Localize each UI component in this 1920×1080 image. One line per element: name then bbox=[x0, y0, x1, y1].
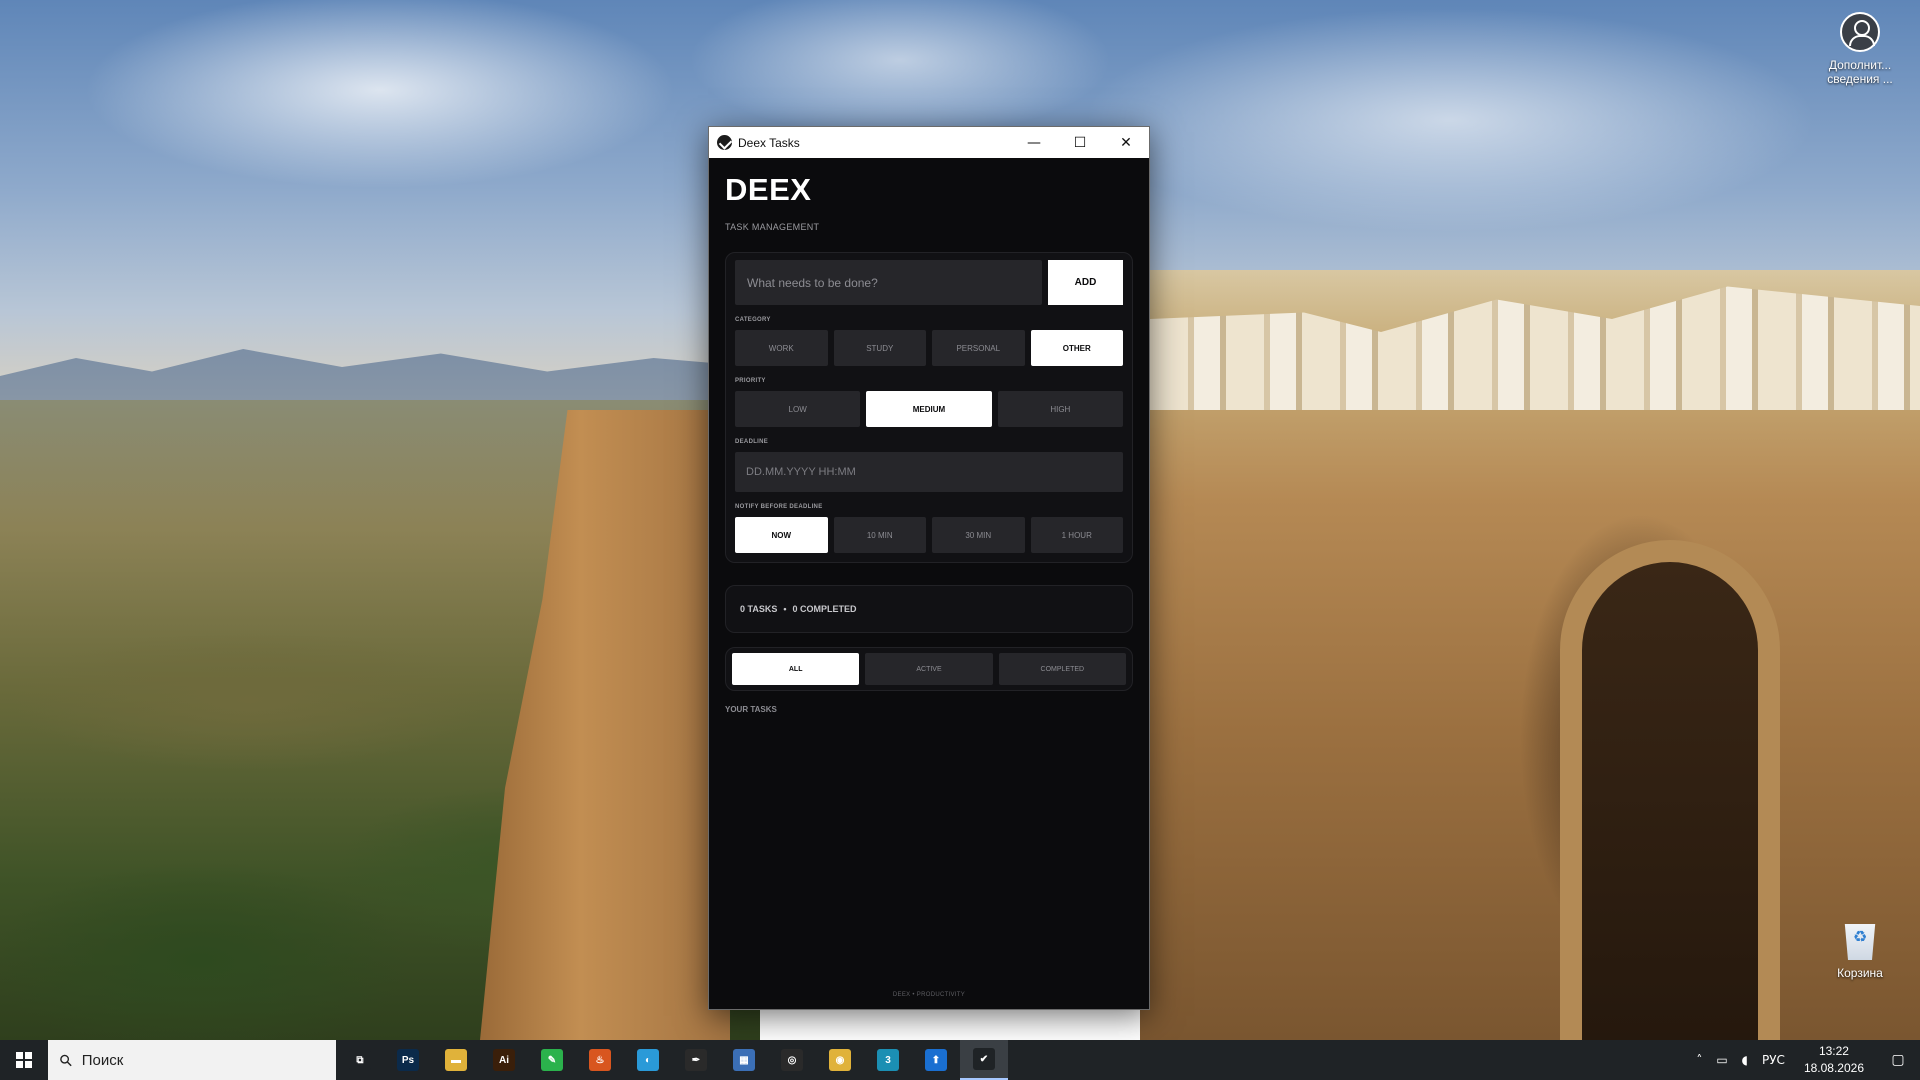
deex-tasks-icon: ✔ bbox=[973, 1048, 995, 1070]
your-tasks-heading: YOUR TASKS bbox=[725, 705, 777, 714]
desktop-icon-label: Корзина bbox=[1837, 966, 1883, 980]
priority-high-button[interactable]: HIGH bbox=[997, 391, 1123, 427]
taskbar-app-photoshop[interactable]: Ps bbox=[384, 1040, 432, 1080]
system-tray: ˄ ▭ ◖ РУС 13:22 18.08.2026 ▢ bbox=[1689, 1040, 1920, 1080]
notify-label: NOTIFY BEFORE DEADLINE bbox=[735, 504, 823, 510]
notify-now-button[interactable]: NOW bbox=[735, 517, 828, 553]
filter-active-tab[interactable]: ACTIVE bbox=[865, 653, 993, 685]
blue-app-icon: ◐ bbox=[637, 1049, 659, 1071]
stats-separator: • bbox=[783, 604, 787, 614]
app-footer: DEEX • PRODUCTIVITY bbox=[892, 992, 966, 998]
category-personal-button[interactable]: PERSONAL bbox=[932, 330, 1025, 366]
new-task-panel: ADD CATEGORY WORK STUDY PERSONAL OTHER P… bbox=[725, 252, 1133, 563]
chrome-icon: ◉ bbox=[829, 1049, 851, 1071]
taskbar-app-green-app[interactable]: ✎ bbox=[528, 1040, 576, 1080]
search-placeholder: Поиск bbox=[81, 1051, 124, 1069]
maximize-button[interactable]: ☐ bbox=[1057, 127, 1103, 158]
taskbar-app-orange-app[interactable]: ♨ bbox=[576, 1040, 624, 1080]
task-input[interactable] bbox=[735, 260, 1042, 305]
priority-low-button[interactable]: LOW bbox=[735, 391, 861, 427]
category-label: CATEGORY bbox=[735, 317, 771, 323]
title-bar[interactable]: Deex Tasks — ☐ ✕ bbox=[709, 127, 1149, 158]
taskbar-app-inkscape[interactable]: ✒ bbox=[672, 1040, 720, 1080]
photoshop-icon: Ps bbox=[397, 1049, 419, 1071]
brand-title: DEEX bbox=[725, 172, 812, 207]
user-info-icon bbox=[1840, 12, 1880, 52]
taskbar-app-blender[interactable]: ◎ bbox=[768, 1040, 816, 1080]
category-work-button[interactable]: WORK bbox=[735, 330, 828, 366]
orange-app-icon: ♨ bbox=[589, 1049, 611, 1071]
completed-count: 0 COMPLETED bbox=[792, 604, 857, 614]
task-view-icon: ⧉ bbox=[349, 1049, 371, 1071]
file-explorer-icon: ▬ bbox=[445, 1049, 467, 1071]
3ds-max-icon: 3 bbox=[877, 1049, 899, 1071]
search-icon: ⚲ bbox=[54, 1049, 77, 1071]
notify-10min-button[interactable]: 10 MIN bbox=[833, 517, 926, 553]
calculator-icon: ▦ bbox=[733, 1049, 755, 1071]
taskbar-app-upload-app[interactable]: ⬆ bbox=[912, 1040, 960, 1080]
minimize-button[interactable]: — bbox=[1011, 127, 1057, 158]
green-app-icon: ✎ bbox=[541, 1049, 563, 1071]
clock-date: 18.08.2026 bbox=[1803, 1061, 1864, 1075]
category-other-button[interactable]: OTHER bbox=[1030, 330, 1123, 366]
filter-completed-tab[interactable]: COMPLETED bbox=[998, 653, 1126, 685]
add-task-button[interactable]: ADD bbox=[1048, 260, 1123, 305]
bridge-arch bbox=[1560, 540, 1780, 1040]
tray-chevron-icon[interactable]: ˄ bbox=[1696, 1053, 1702, 1067]
taskbar: ⚲ Поиск ⧉ Ps ▬ Ai ✎ ♨ ◐ ✒ ▦ ◎ ◉ 3 ⬆ ✔ ˄ ▭ ◖ РУС 13:22… bbox=[0, 1040, 1920, 1080]
blender-icon: ◎ bbox=[781, 1049, 803, 1071]
windows-logo-icon bbox=[16, 1052, 32, 1068]
brand-subtitle: TASK MANAGEMENT bbox=[725, 222, 820, 232]
start-button[interactable] bbox=[0, 1040, 48, 1080]
desktop-icon-label: Дополнит... сведения ... bbox=[1827, 58, 1893, 86]
taskbar-app-task-view[interactable]: ⧉ bbox=[336, 1040, 384, 1080]
clock-time: 13:22 bbox=[1818, 1044, 1849, 1058]
app-content: DEEX TASK MANAGEMENT ADD CATEGORY WORK S… bbox=[709, 158, 1149, 1010]
volume-icon[interactable]: ◖ bbox=[1742, 1053, 1748, 1067]
taskbar-app-calculator[interactable]: ▦ bbox=[720, 1040, 768, 1080]
filter-all-tab[interactable]: ALL bbox=[732, 653, 860, 685]
taskbar-app-illustrator[interactable]: Ai bbox=[480, 1040, 528, 1080]
illustrator-icon: Ai bbox=[493, 1049, 515, 1071]
notifications-icon[interactable]: ▢ bbox=[1876, 1052, 1920, 1068]
task-filters: ALL ACTIVE COMPLETED bbox=[725, 647, 1133, 691]
taskbar-app-blue-app[interactable]: ◐ bbox=[624, 1040, 672, 1080]
clock[interactable]: 13:22 18.08.2026 bbox=[1804, 1043, 1864, 1077]
taskbar-app-chrome[interactable]: ◉ bbox=[816, 1040, 864, 1080]
priority-medium-button[interactable]: MEDIUM bbox=[866, 391, 992, 427]
window-title: Deex Tasks bbox=[738, 135, 800, 150]
language-indicator[interactable]: РУС bbox=[1762, 1053, 1785, 1067]
taskbar-apps: ⧉ Ps ▬ Ai ✎ ♨ ◐ ✒ ▦ ◎ ◉ 3 ⬆ ✔ bbox=[336, 1040, 1008, 1080]
deex-tasks-window: Deex Tasks — ☐ ✕ DEEX TASK MANAGEMENT AD… bbox=[708, 126, 1150, 1010]
network-icon[interactable]: ▭ bbox=[1716, 1053, 1727, 1067]
task-stats: 0 TASKS • 0 COMPLETED bbox=[725, 585, 1133, 633]
recycle-bin-icon bbox=[1844, 924, 1876, 960]
notify-1hour-button[interactable]: 1 HOUR bbox=[1030, 517, 1123, 553]
taskbar-app-file-explorer[interactable]: ▬ bbox=[432, 1040, 480, 1080]
deadline-label: DEADLINE bbox=[735, 439, 769, 445]
desktop-icon-recycle-bin[interactable]: Корзина bbox=[1817, 920, 1903, 980]
app-logo-icon bbox=[717, 135, 732, 150]
inkscape-icon: ✒ bbox=[685, 1049, 707, 1071]
taskbar-app-3ds-max[interactable]: 3 bbox=[864, 1040, 912, 1080]
close-button[interactable]: ✕ bbox=[1103, 127, 1149, 158]
upload-app-icon: ⬆ bbox=[925, 1049, 947, 1071]
category-study-button[interactable]: STUDY bbox=[833, 330, 926, 366]
deadline-input[interactable] bbox=[735, 452, 1123, 492]
notify-30min-button[interactable]: 30 MIN bbox=[932, 517, 1025, 553]
priority-label: PRIORITY bbox=[735, 378, 766, 384]
desktop-icon-user-info[interactable]: Дополнит... сведения ... bbox=[1817, 12, 1903, 86]
taskbar-app-deex-tasks[interactable]: ✔ bbox=[960, 1040, 1008, 1080]
task-count: 0 TASKS bbox=[740, 604, 778, 614]
taskbar-search[interactable]: ⚲ Поиск bbox=[48, 1040, 336, 1080]
